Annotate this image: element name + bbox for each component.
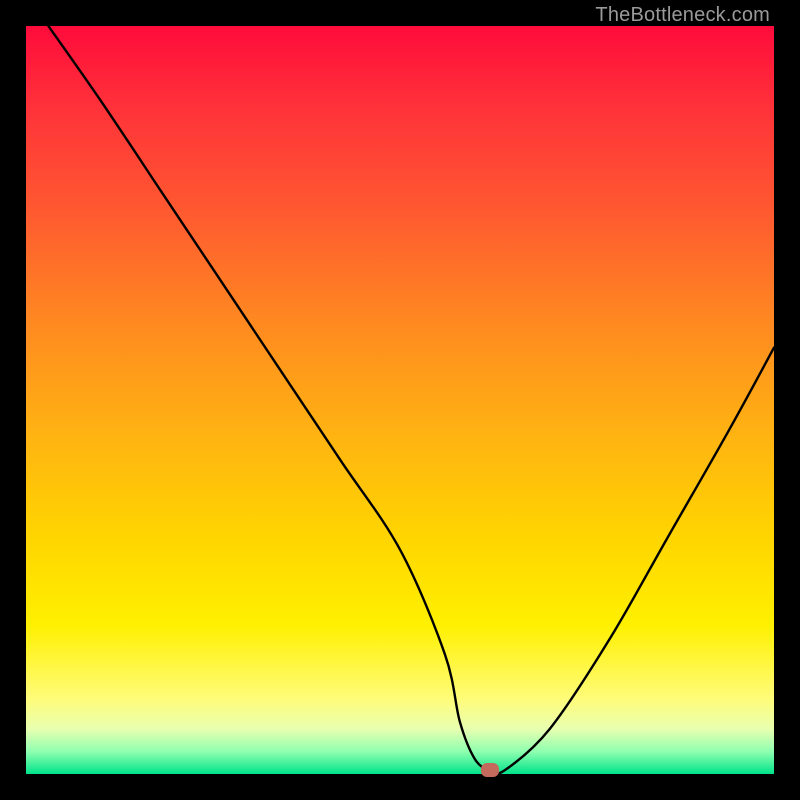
attribution-label: TheBottleneck.com <box>595 4 770 27</box>
optimum-marker <box>481 763 499 777</box>
plot-area <box>26 26 774 774</box>
chart-frame: TheBottleneck.com <box>0 0 800 800</box>
bottleneck-curve <box>26 26 774 774</box>
